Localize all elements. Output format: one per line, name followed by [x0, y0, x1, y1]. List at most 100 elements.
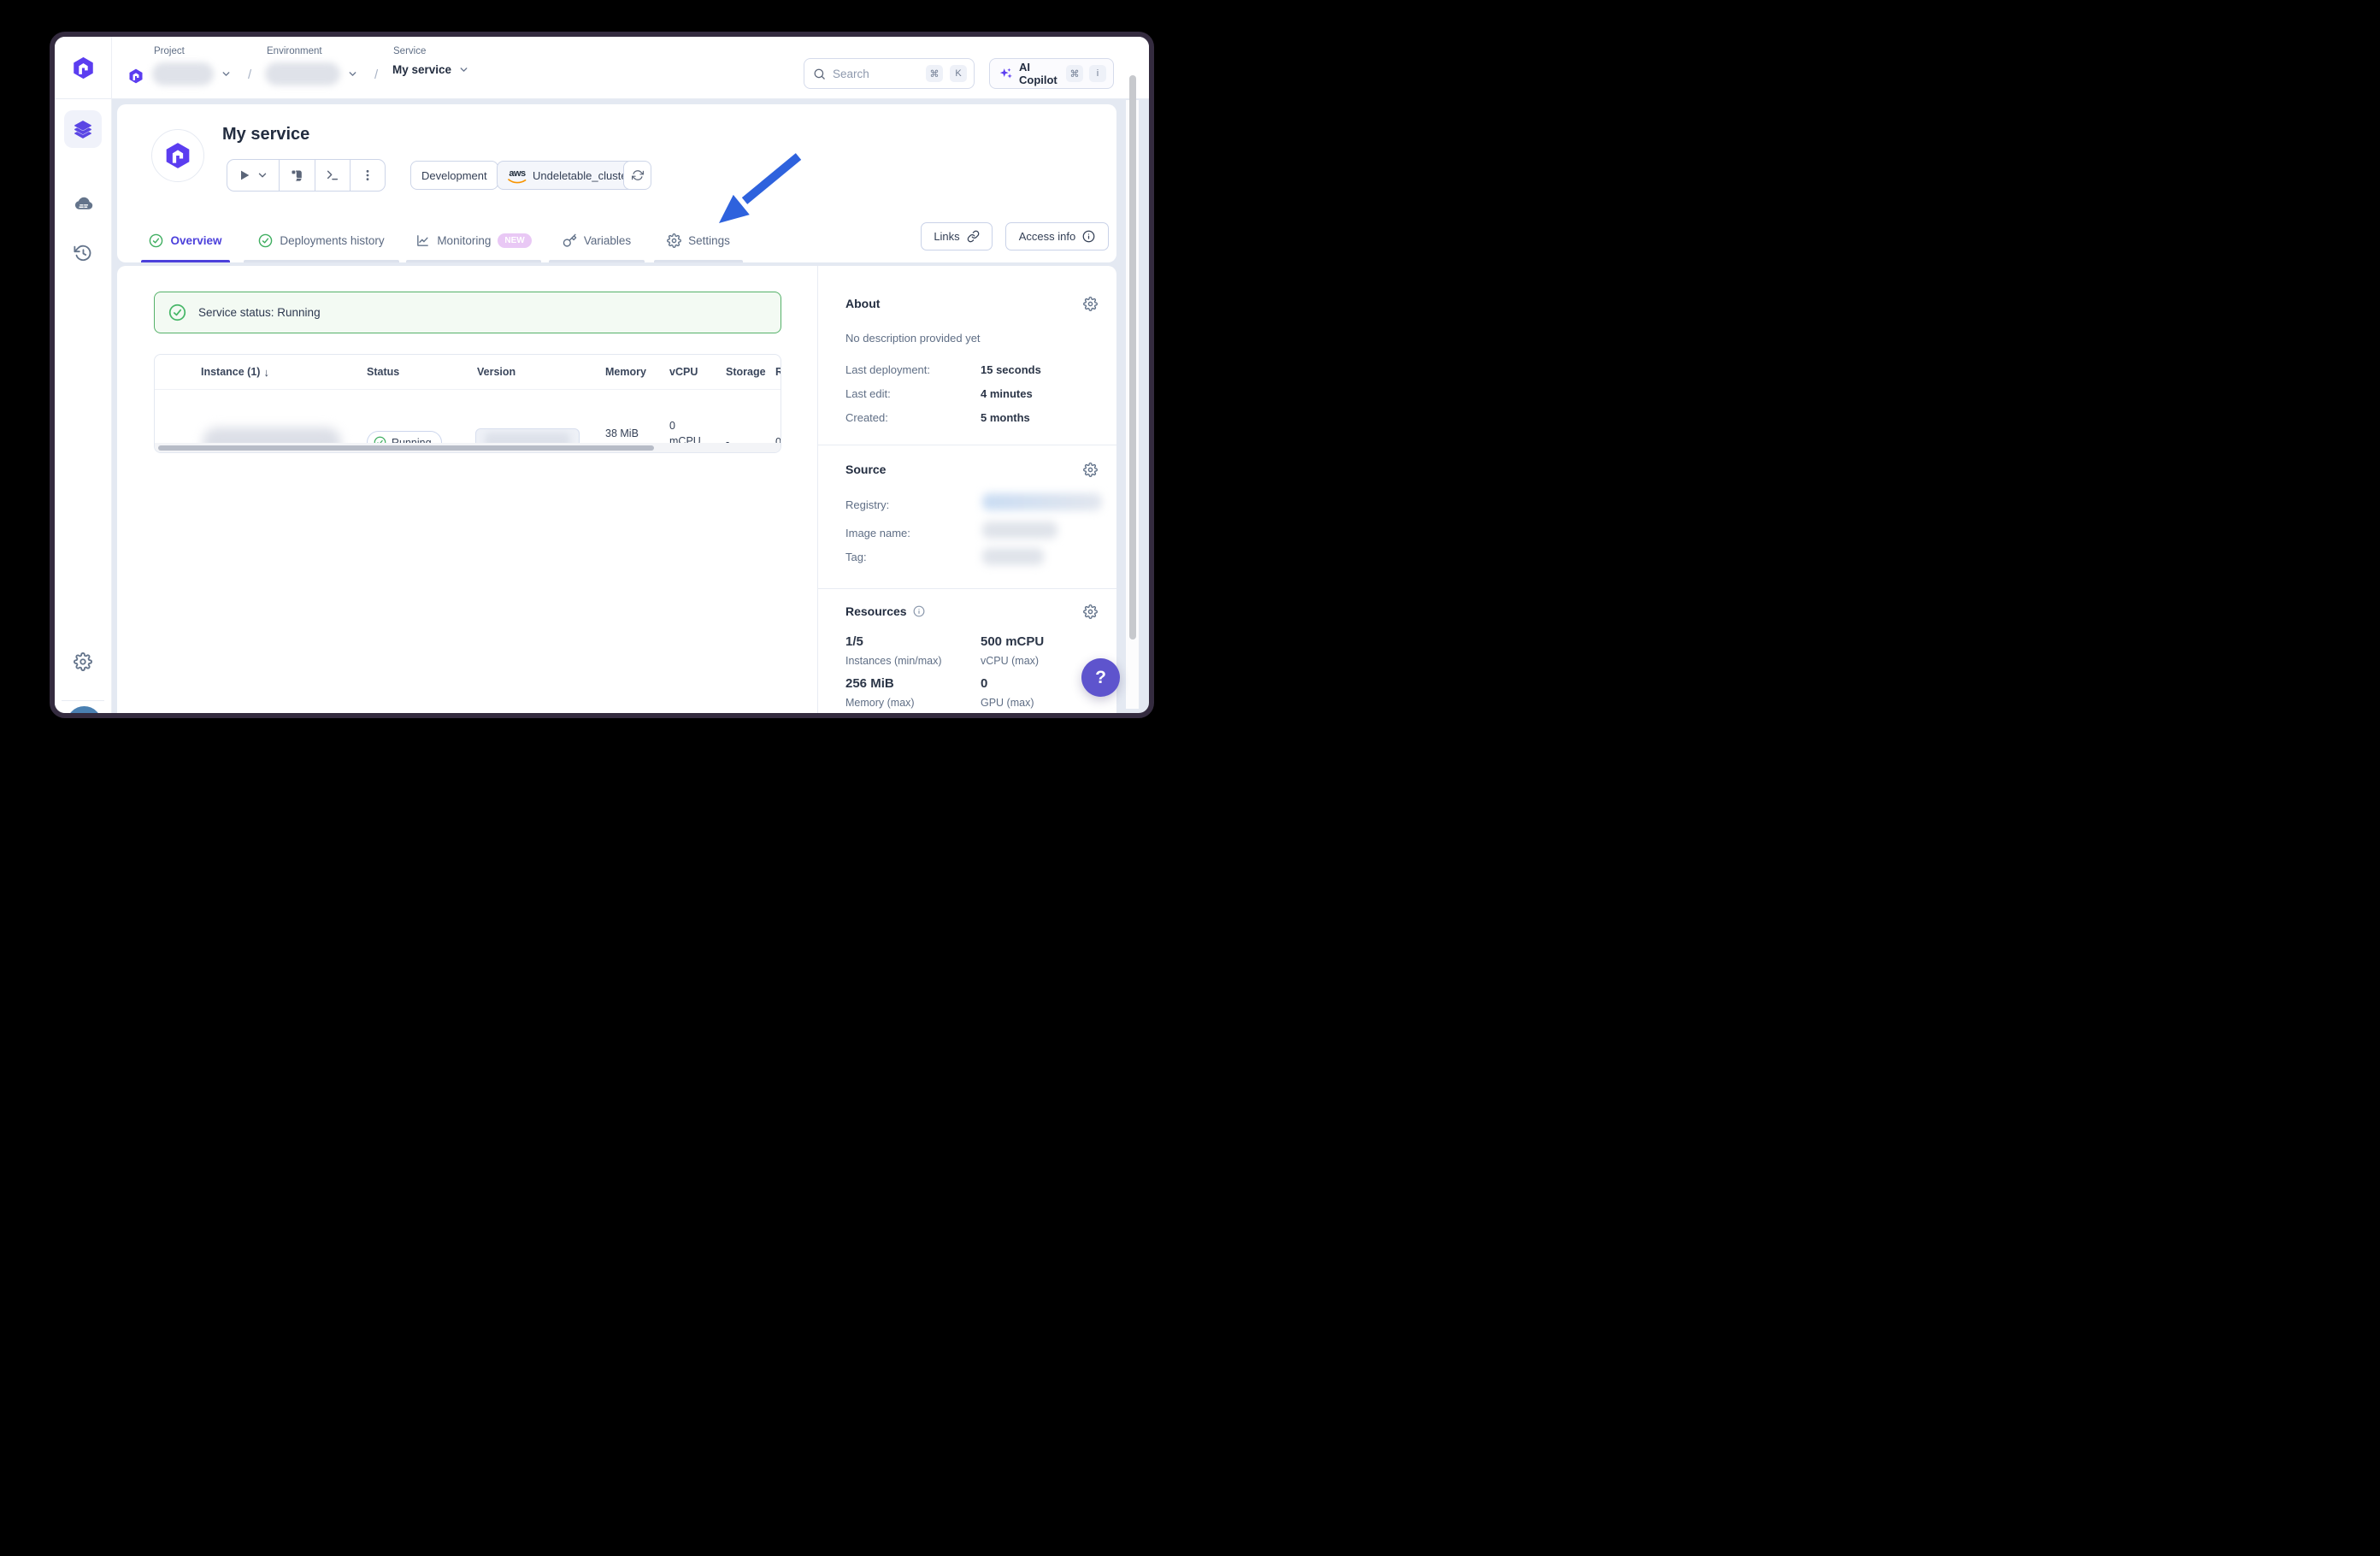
- stat-memory-label: Memory (max): [845, 697, 915, 709]
- tab-monitoring[interactable]: Monitoring NEW: [406, 219, 541, 262]
- sidebar-vertical-divider: [817, 266, 818, 718]
- chart-icon: [415, 233, 430, 248]
- check-circle-icon: [258, 233, 273, 248]
- play-service-button[interactable]: [227, 160, 279, 191]
- cluster-badge-label: Undeletable_cluster: [533, 169, 631, 182]
- table-header-divider: [155, 389, 781, 390]
- column-header-version[interactable]: Version: [477, 355, 515, 389]
- resources-settings-gear-icon[interactable]: [1083, 604, 1098, 623]
- sidebar-item-clusters[interactable]: [64, 185, 102, 222]
- search-input[interactable]: Search ⌘ K: [804, 58, 975, 89]
- stat-gpu-label: GPU (max): [981, 697, 1034, 709]
- column-header-instance[interactable]: Instance (1) ↓: [201, 355, 269, 389]
- browser-window: Project / Environment / Service My servi…: [50, 32, 1154, 718]
- table-horizontal-scrollbar: [155, 443, 781, 452]
- help-button[interactable]: ?: [1081, 658, 1120, 697]
- breadcrumb-org-logo-icon[interactable]: [128, 68, 144, 84]
- environment-badge[interactable]: Development: [410, 161, 498, 190]
- key-icon: [563, 233, 577, 248]
- resources-section-title: Resources: [845, 604, 925, 618]
- history-icon: [74, 244, 92, 262]
- links-button-label: Links: [934, 230, 959, 243]
- chevron-down-icon: [221, 68, 232, 80]
- tab-overview-label: Overview: [170, 234, 221, 247]
- tab-indicator: [654, 260, 743, 262]
- tab-indicator: [549, 260, 645, 262]
- section-divider: [818, 588, 1116, 589]
- stat-vcpu-label: vCPU (max): [981, 655, 1039, 667]
- refresh-button[interactable]: [623, 161, 651, 190]
- ai-copilot-button[interactable]: AI Copilot ⌘ i: [989, 58, 1114, 89]
- help-button-label: ?: [1095, 668, 1106, 688]
- sidebar-item-audit-logs[interactable]: [64, 234, 102, 272]
- cluster-badge[interactable]: aws Undeletable_cluster: [497, 161, 642, 190]
- instances-table: Instance (1) ↓ Status Version Memory vCP…: [154, 354, 781, 453]
- about-last-edit-value: 4 minutes: [981, 387, 1033, 400]
- stat-instances-label: Instances (min/max): [845, 655, 942, 667]
- breadcrumb-service-selector[interactable]: My service: [392, 63, 469, 76]
- left-sidebar: JD: [55, 99, 112, 713]
- gear-icon: [667, 233, 681, 248]
- service-status-banner: Service status: Running: [154, 292, 781, 333]
- app-logo[interactable]: [55, 37, 112, 99]
- about-last-edit-label: Last edit:: [845, 387, 891, 400]
- service-status-text: Service status: Running: [198, 306, 321, 319]
- aws-logo-text: aws: [509, 169, 525, 179]
- search-placeholder: Search: [833, 68, 919, 80]
- service-avatar: [151, 129, 204, 182]
- scroll-logs-icon: [290, 168, 304, 183]
- logs-button[interactable]: [279, 160, 315, 191]
- search-shortcut-k: K: [950, 65, 967, 82]
- resources-title-text: Resources: [845, 604, 907, 618]
- more-actions-button[interactable]: [350, 160, 385, 191]
- links-button[interactable]: Links: [921, 222, 993, 250]
- avatar-initials: JD: [77, 717, 91, 718]
- sidebar-item-services[interactable]: [64, 110, 102, 148]
- column-header-vcpu[interactable]: vCPU: [669, 355, 698, 389]
- user-avatar[interactable]: JD: [67, 706, 102, 718]
- copilot-shortcut-i: i: [1089, 65, 1106, 82]
- breadcrumb-separator: /: [248, 68, 251, 82]
- tab-overview[interactable]: Overview: [141, 219, 230, 262]
- breadcrumb-service-label: Service: [393, 46, 426, 56]
- about-description: No description provided yet: [845, 332, 981, 345]
- about-created-value: 5 months: [981, 411, 1030, 424]
- source-tag-label: Tag:: [845, 551, 867, 563]
- scrollbar-thumb[interactable]: [158, 445, 654, 451]
- aws-logo-icon: aws: [508, 169, 527, 184]
- stat-vcpu-value: 500 mCPU: [981, 634, 1044, 649]
- project-name-redacted: [152, 62, 214, 85]
- access-info-button[interactable]: Access info: [1005, 222, 1109, 250]
- play-icon: [238, 168, 251, 182]
- tab-deployments-history[interactable]: Deployments history: [244, 219, 399, 262]
- tab-settings[interactable]: Settings: [654, 219, 743, 262]
- source-settings-gear-icon[interactable]: [1083, 463, 1098, 481]
- column-header-status[interactable]: Status: [367, 355, 399, 389]
- terminal-button[interactable]: [315, 160, 350, 191]
- new-badge: NEW: [498, 233, 531, 248]
- sidebar-divider: [62, 700, 104, 701]
- breadcrumb-project-selector[interactable]: [152, 62, 232, 85]
- service-action-group: [227, 159, 386, 192]
- breadcrumb-environment-selector[interactable]: [265, 62, 358, 85]
- info-icon[interactable]: [913, 605, 925, 617]
- service-logo-icon: [164, 142, 191, 169]
- column-header-restarts[interactable]: R: [775, 355, 781, 389]
- source-registry-label: Registry:: [845, 498, 889, 511]
- stat-memory-value: 256 MiB: [845, 676, 894, 691]
- about-settings-gear-icon[interactable]: [1083, 297, 1098, 315]
- chevron-down-icon: [256, 169, 268, 181]
- search-shortcut-cmd: ⌘: [926, 65, 943, 82]
- source-registry-redacted: [982, 493, 1102, 510]
- sidebar-item-settings[interactable]: [64, 643, 102, 681]
- gear-icon: [74, 652, 92, 671]
- column-header-storage[interactable]: Storage: [726, 355, 766, 389]
- column-header-memory[interactable]: Memory: [605, 355, 646, 389]
- source-image-name-label: Image name:: [845, 527, 910, 539]
- breadcrumb-service-value: My service: [392, 63, 451, 76]
- tab-indicator: [244, 260, 399, 262]
- about-section-title: About: [845, 297, 880, 310]
- page-scrollbar-thumb[interactable]: [1129, 75, 1136, 639]
- refresh-icon: [632, 169, 644, 181]
- tab-variables[interactable]: Variables: [549, 219, 645, 262]
